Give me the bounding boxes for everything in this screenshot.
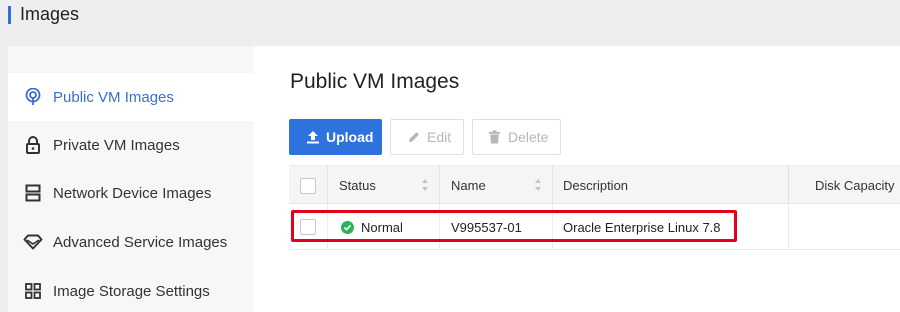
sidebar-item-network-device-images[interactable]: Network Device Images (8, 169, 254, 217)
check-circle-icon (341, 220, 354, 234)
grid-icon (23, 281, 43, 301)
table-row[interactable]: Normal V995537-01 Oracle Enterprise Linu… (289, 204, 900, 250)
sort-icon[interactable] (534, 178, 542, 192)
select-all-checkbox[interactable] (300, 177, 316, 194)
sidebar-item-image-storage-settings[interactable]: Image Storage Settings (8, 267, 254, 312)
diamond-icon (23, 232, 43, 252)
upload-button-label: Upload (326, 129, 374, 145)
sidebar: Public VM Images Private VM Images Netwo… (8, 46, 254, 312)
delete-button-label: Delete (508, 129, 549, 145)
page-title: Images (20, 4, 80, 24)
main-content: Public VM Images Upload Edit Delete Stat… (254, 46, 900, 312)
row-checkbox[interactable] (300, 219, 316, 235)
status-badge: Normal (361, 219, 403, 235)
column-header-status[interactable]: Status (328, 166, 440, 205)
column-header-name[interactable]: Name (440, 166, 553, 205)
title-accent-bar (8, 6, 11, 24)
broadcast-icon (23, 87, 43, 107)
pencil-icon (407, 130, 421, 144)
sidebar-item-label: Private VM Images (53, 136, 180, 154)
sidebar-item-private-vm-images[interactable]: Private VM Images (8, 121, 254, 169)
sidebar-item-label: Image Storage Settings (53, 282, 210, 300)
sidebar-item-advanced-service-images[interactable]: Advanced Service Images (8, 218, 254, 266)
upload-button[interactable]: Upload (289, 119, 382, 155)
sidebar-item-public-vm-images[interactable]: Public VM Images (8, 73, 254, 121)
sort-icon[interactable] (421, 178, 429, 192)
server-icon (23, 183, 43, 203)
edit-button[interactable]: Edit (390, 119, 464, 155)
sidebar-item-label: Public VM Images (53, 88, 174, 106)
disk-capacity-cell (789, 204, 900, 250)
name-cell: V995537-01 (440, 204, 553, 250)
table-header: Status Name Description Disk Capacity (289, 165, 900, 205)
column-header-description: Description (553, 166, 789, 205)
lock-icon (23, 135, 43, 155)
trash-icon (488, 130, 502, 144)
upload-icon (306, 130, 320, 144)
description-cell: Oracle Enterprise Linux 7.8 (553, 204, 789, 250)
select-all-cell (289, 166, 328, 205)
section-heading: Public VM Images (290, 70, 460, 93)
sidebar-item-label: Advanced Service Images (53, 233, 228, 251)
column-header-disk-capacity: Disk Capacity (815, 178, 895, 193)
sidebar-item-label: Network Device Images (53, 184, 212, 202)
edit-button-label: Edit (427, 129, 452, 145)
delete-button[interactable]: Delete (472, 119, 561, 155)
row-select-cell (289, 204, 328, 250)
page-header: Images (0, 0, 900, 44)
status-cell: Normal (328, 204, 440, 250)
